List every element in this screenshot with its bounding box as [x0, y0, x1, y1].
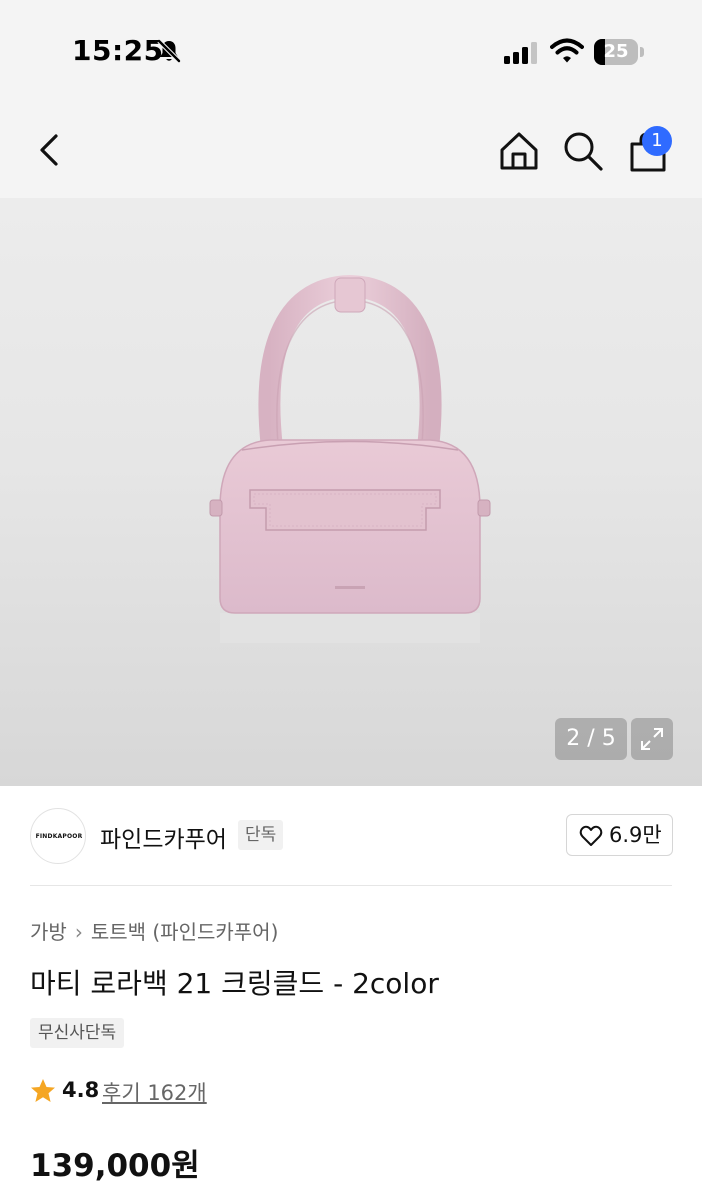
cart-count-badge: 1	[642, 126, 672, 156]
cellular-signal-icon	[504, 42, 537, 64]
bell-muted-icon	[157, 39, 181, 63]
battery-cap	[640, 47, 644, 57]
breadcrumb-item-bag[interactable]: 가방	[30, 920, 67, 944]
chevron-right-icon: ›	[74, 920, 83, 944]
status-bar: 15:25 25	[0, 0, 702, 100]
store-exclusive-tag: 무신사단독	[30, 1018, 125, 1048]
breadcrumb: 가방 › 토트백 (파인드카푸어)	[30, 916, 278, 945]
product-image-gallery[interactable]: 2 / 5	[0, 198, 702, 786]
section-divider	[30, 885, 672, 886]
product-title: 마티 로라백 21 크링클드 - 2color	[30, 967, 439, 1000]
home-icon[interactable]	[498, 130, 540, 172]
brand-logo-text: FINDKAPOOR	[35, 833, 83, 840]
expand-icon	[641, 728, 663, 750]
like-count: 6.9만	[609, 823, 662, 847]
battery-body: 25	[594, 39, 638, 65]
review-count-link[interactable]: 후기 162개	[102, 1077, 207, 1107]
brand-logo[interactable]: FINDKAPOOR	[30, 808, 86, 864]
star-icon	[31, 1079, 55, 1102]
battery-level: 25	[603, 41, 629, 62]
status-time: 15:25	[72, 34, 164, 67]
product-photo-pink-tote-bag	[209, 274, 491, 643]
search-icon[interactable]	[562, 130, 604, 172]
product-price: 139,000원	[30, 1148, 200, 1184]
heart-outline-icon	[579, 825, 603, 846]
expand-image-button[interactable]	[631, 718, 673, 760]
rating-value: 4.8	[62, 1078, 100, 1102]
exclusive-tag: 단독	[238, 820, 284, 850]
back-chevron-icon[interactable]	[30, 130, 70, 170]
wifi-icon	[550, 38, 584, 63]
battery-icon: 25	[594, 39, 644, 65]
brand-like-button[interactable]: 6.9만	[566, 814, 673, 856]
image-counter: 2 / 5	[555, 718, 627, 760]
top-navigation-bar	[0, 100, 702, 198]
brand-name-link[interactable]: 파인드카푸어	[100, 820, 227, 854]
breadcrumb-item-tote[interactable]: 토트백 (파인드카푸어)	[91, 920, 279, 944]
